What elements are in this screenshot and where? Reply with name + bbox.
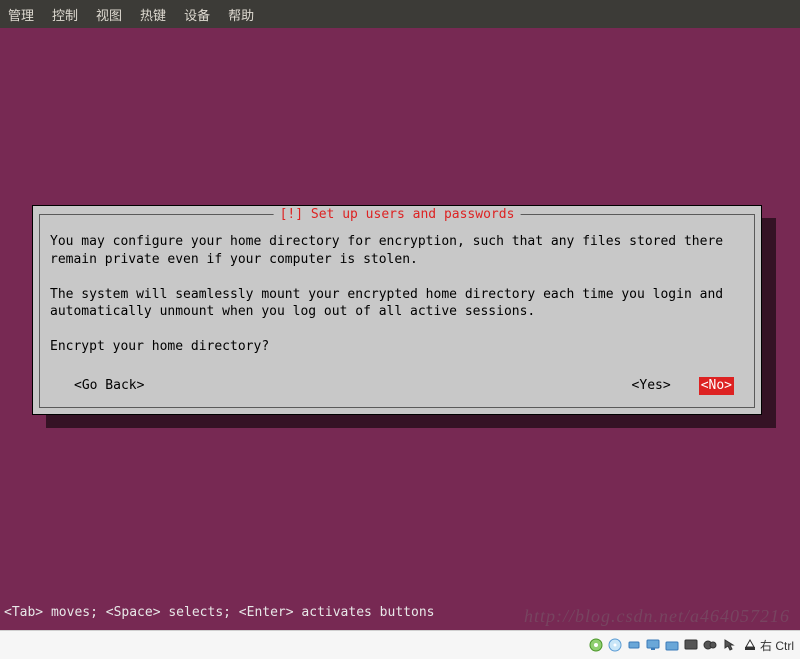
mouse-integration-icon[interactable]: [721, 637, 737, 653]
video-capture-icon[interactable]: [702, 637, 718, 653]
network-icon[interactable]: [645, 637, 661, 653]
hostkey-icon: [743, 638, 757, 652]
hard-disk-icon[interactable]: [588, 637, 604, 653]
menu-control[interactable]: 控制: [52, 5, 78, 24]
vm-screen: [!] Set up users and passwords You may c…: [0, 28, 800, 630]
status-icons: [588, 637, 737, 653]
spacer: [144, 377, 631, 395]
menu-help[interactable]: 帮助: [228, 5, 254, 24]
dialog-para2: The system will seamlessly mount your en…: [50, 287, 731, 320]
hostkey-label: 右 Ctrl: [760, 637, 794, 654]
usb-icon[interactable]: [626, 637, 642, 653]
footer-hint: <Tab> moves; <Space> selects; <Enter> ac…: [4, 605, 434, 620]
optical-disk-icon[interactable]: [607, 637, 623, 653]
menu-hotkeys[interactable]: 热键: [140, 5, 166, 24]
vm-statusbar: 右 Ctrl: [0, 630, 800, 659]
go-back-button[interactable]: <Go Back>: [74, 377, 144, 395]
shared-folder-icon[interactable]: [664, 637, 680, 653]
installer-dialog: [!] Set up users and passwords You may c…: [32, 205, 762, 415]
dialog-body: You may configure your home directory fo…: [50, 233, 744, 356]
menu-devices[interactable]: 设备: [184, 5, 210, 24]
dialog-para1: You may configure your home directory fo…: [50, 234, 731, 267]
vm-menubar: 管理 控制 视图 热键 设备 帮助: [0, 0, 800, 28]
no-button[interactable]: <No>: [699, 377, 734, 395]
dialog-buttons: <Go Back> <Yes> <No>: [50, 377, 744, 395]
dialog-frame: [!] Set up users and passwords You may c…: [39, 214, 755, 408]
yes-button[interactable]: <Yes>: [632, 377, 671, 395]
watermark: http://blog.csdn.net/a464057216: [524, 606, 790, 627]
menu-manage[interactable]: 管理: [8, 5, 34, 24]
hostkey-indicator: 右 Ctrl: [743, 637, 794, 654]
display-icon[interactable]: [683, 637, 699, 653]
menu-view[interactable]: 视图: [96, 5, 122, 24]
dialog-title: [!] Set up users and passwords: [274, 206, 521, 224]
dialog-question: Encrypt your home directory?: [50, 339, 269, 354]
